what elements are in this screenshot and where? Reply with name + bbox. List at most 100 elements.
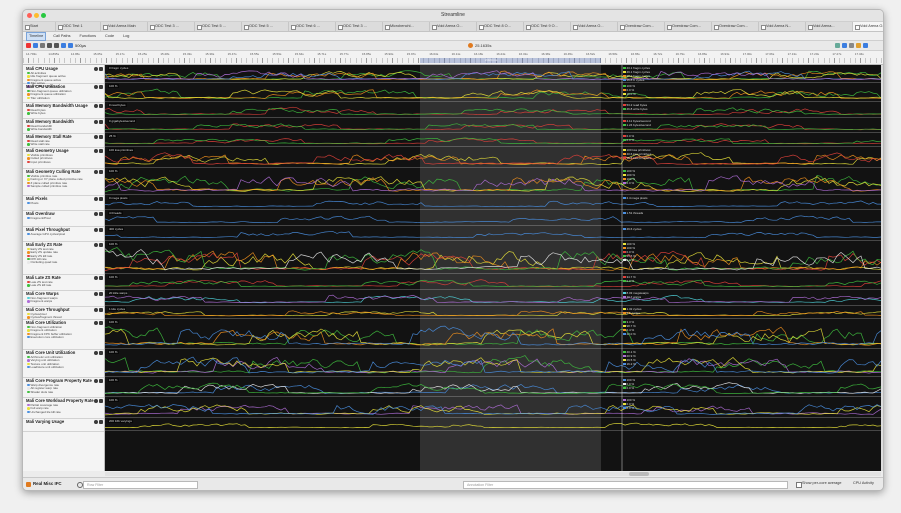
zoom-level-select[interactable]: 500µs bbox=[75, 42, 86, 49]
group-menu-icon[interactable] bbox=[99, 67, 103, 71]
group-settings-icon[interactable] bbox=[94, 399, 98, 403]
row-filter-input[interactable]: Row Filter bbox=[83, 481, 198, 489]
stop-icon[interactable] bbox=[40, 43, 45, 48]
capture-tab[interactable]: Overdraw Com... bbox=[618, 22, 665, 31]
tab-timeline[interactable]: Timeline bbox=[26, 31, 47, 41]
time-ruler[interactable]: 14.793s 14.895s 14.95s 15.05s 15.17s 15.25s 15… bbox=[23, 51, 883, 65]
capture-tab[interactable]: ODC Test 5 ... bbox=[195, 22, 242, 31]
counter-series[interactable]: Average GPU cycles/pixel bbox=[27, 232, 65, 236]
group-menu-icon[interactable] bbox=[99, 228, 103, 232]
group-settings-icon[interactable] bbox=[94, 135, 98, 139]
group-settings-icon[interactable] bbox=[94, 170, 98, 174]
counter-group[interactable]: Mali Core Utilization Non-fragment utiliz… bbox=[23, 319, 104, 350]
counter-series[interactable]: Write stall rate bbox=[27, 142, 50, 146]
counter-series[interactable]: Fragment/Pixel bbox=[27, 216, 51, 220]
counter-group[interactable]: Mali CPU Usage All activities Idle fragmen… bbox=[23, 65, 104, 88]
timeline-chart-area[interactable]: 0 fragm cycles 43.1 fragm cycles 49.1 frag… bbox=[105, 65, 881, 471]
group-settings-icon[interactable] bbox=[94, 67, 98, 71]
settings-icon[interactable] bbox=[863, 43, 868, 48]
group-menu-icon[interactable] bbox=[99, 399, 103, 403]
group-settings-icon[interactable] bbox=[94, 212, 98, 216]
zoom-in-icon[interactable] bbox=[61, 43, 66, 48]
group-settings-icon[interactable] bbox=[94, 243, 98, 247]
group-menu-icon[interactable] bbox=[99, 197, 103, 201]
counter-series[interactable]: Load/store unit utilization bbox=[27, 365, 64, 369]
vertical-scrollbar[interactable] bbox=[881, 65, 883, 471]
counter-group[interactable]: Mali CPU Utilization Non-fragment queue u… bbox=[23, 83, 104, 103]
counter-group[interactable]: Mali Geometry Culling Rate Visible primit… bbox=[23, 168, 104, 196]
counter-series[interactable]: Tiler utilization bbox=[27, 96, 50, 100]
capture-tab[interactable]: Overdraw Com... bbox=[665, 22, 712, 31]
group-settings-icon[interactable] bbox=[94, 420, 98, 424]
capture-tab[interactable]: ODC Test 1 bbox=[56, 22, 101, 31]
counter-series[interactable]: Fragment warps bbox=[27, 299, 52, 303]
activity-dropdown[interactable]: CPU Activity bbox=[853, 481, 874, 485]
counter-group[interactable]: Mali Core Unit Utilization Arithmetic uni… bbox=[23, 349, 104, 378]
capture-tab[interactable]: Void Arena O... bbox=[571, 22, 618, 31]
group-menu-icon[interactable] bbox=[99, 379, 103, 383]
zoom-out-icon[interactable] bbox=[68, 43, 73, 48]
marker-icon[interactable] bbox=[468, 43, 473, 48]
group-menu-icon[interactable] bbox=[99, 276, 103, 280]
group-settings-icon[interactable] bbox=[94, 228, 98, 232]
group-settings-icon[interactable] bbox=[94, 379, 98, 383]
capture-tab[interactable]: ODC Test 3 ... bbox=[148, 22, 195, 31]
group-settings-icon[interactable] bbox=[94, 321, 98, 325]
bookmark-icon[interactable] bbox=[835, 43, 840, 48]
counter-series[interactable]: Pixels bbox=[27, 201, 39, 205]
group-menu-icon[interactable] bbox=[99, 292, 103, 296]
annotation-filter-input[interactable]: Annotation Filter bbox=[463, 481, 788, 489]
horizontal-scroll-thumb[interactable] bbox=[629, 472, 649, 476]
step-back-icon[interactable] bbox=[47, 43, 52, 48]
group-menu-icon[interactable] bbox=[99, 243, 103, 247]
counter-group[interactable]: Mali Memory Bandwidth Usage Read bytes Wri… bbox=[23, 102, 104, 119]
counter-series[interactable]: Shader slots rate bbox=[27, 390, 53, 394]
capture-tab[interactable]: ODC Test 5 ... bbox=[242, 22, 289, 31]
counter-group[interactable]: Mali Geometry Usage Visible primitives Cul… bbox=[23, 147, 104, 169]
counter-series[interactable]: Execution core utilization bbox=[27, 335, 64, 339]
capture-tab[interactable]: Overdraw Com... bbox=[712, 22, 759, 31]
snapshot-icon[interactable] bbox=[842, 43, 847, 48]
group-settings-icon[interactable] bbox=[94, 351, 98, 355]
tab-log[interactable]: Log bbox=[121, 33, 131, 40]
group-settings-icon[interactable] bbox=[94, 104, 98, 108]
capture-tab[interactable]: Microbenchl... bbox=[383, 22, 430, 31]
capture-tab[interactable]: Void Arena O... bbox=[853, 22, 883, 31]
counter-series[interactable]: Late ZS kill rate bbox=[27, 283, 51, 287]
group-settings-icon[interactable] bbox=[94, 308, 98, 312]
capture-tab[interactable]: ODC Test 9 O... bbox=[524, 22, 571, 31]
counter-group[interactable]: Mali Pixels Pixels bbox=[23, 195, 104, 211]
horizontal-scrollbar[interactable] bbox=[105, 472, 881, 476]
group-menu-icon[interactable] bbox=[99, 420, 103, 424]
counter-group[interactable]: Mali Core Warps Non-fragment warps Fragmen… bbox=[23, 290, 104, 307]
capture-tab[interactable]: ODC Test 6 ... bbox=[289, 22, 336, 31]
group-menu-icon[interactable] bbox=[99, 212, 103, 216]
counter-group[interactable]: Mali Pixel Throughput Average GPU cycles/… bbox=[23, 226, 104, 242]
group-menu-icon[interactable] bbox=[99, 120, 103, 124]
group-menu-icon[interactable] bbox=[99, 85, 103, 89]
capture-tab[interactable]: Void Arena N... bbox=[759, 22, 806, 31]
counter-group[interactable]: Mali Core Workload Property Rate Partial … bbox=[23, 397, 104, 419]
group-menu-icon[interactable] bbox=[99, 135, 103, 139]
group-settings-icon[interactable] bbox=[94, 85, 98, 89]
group-menu-icon[interactable] bbox=[99, 321, 103, 325]
counter-series[interactable]: Occluding quad rate bbox=[27, 260, 57, 264]
export-icon[interactable] bbox=[849, 43, 854, 48]
step-forward-icon[interactable] bbox=[54, 43, 59, 48]
group-menu-icon[interactable] bbox=[99, 308, 103, 312]
counter-series[interactable]: Write bytes bbox=[27, 111, 45, 115]
counter-group[interactable]: Mali Memory Bandwidth Read bandwidth Write… bbox=[23, 118, 104, 134]
tab-code[interactable]: Code bbox=[103, 33, 116, 40]
capture-tab[interactable]: ODC Test 8 O... bbox=[477, 22, 524, 31]
group-menu-icon[interactable] bbox=[99, 351, 103, 355]
group-menu-icon[interactable] bbox=[99, 170, 103, 174]
capture-tab[interactable]: Void Arena Main bbox=[101, 22, 148, 31]
group-settings-icon[interactable] bbox=[94, 149, 98, 153]
counter-group[interactable]: Mali Overdraw Fragment/Pixel bbox=[23, 210, 104, 227]
counter-series[interactable]: Write bandwidth bbox=[27, 127, 52, 131]
capture-tab[interactable]: Void Arena O... bbox=[430, 22, 477, 31]
capture-tab[interactable]: Start bbox=[23, 22, 56, 31]
group-menu-icon[interactable] bbox=[99, 149, 103, 153]
counter-group[interactable]: Mali Core Throughput Cycles/pixel Cycles/f… bbox=[23, 306, 104, 320]
group-settings-icon[interactable] bbox=[94, 276, 98, 280]
